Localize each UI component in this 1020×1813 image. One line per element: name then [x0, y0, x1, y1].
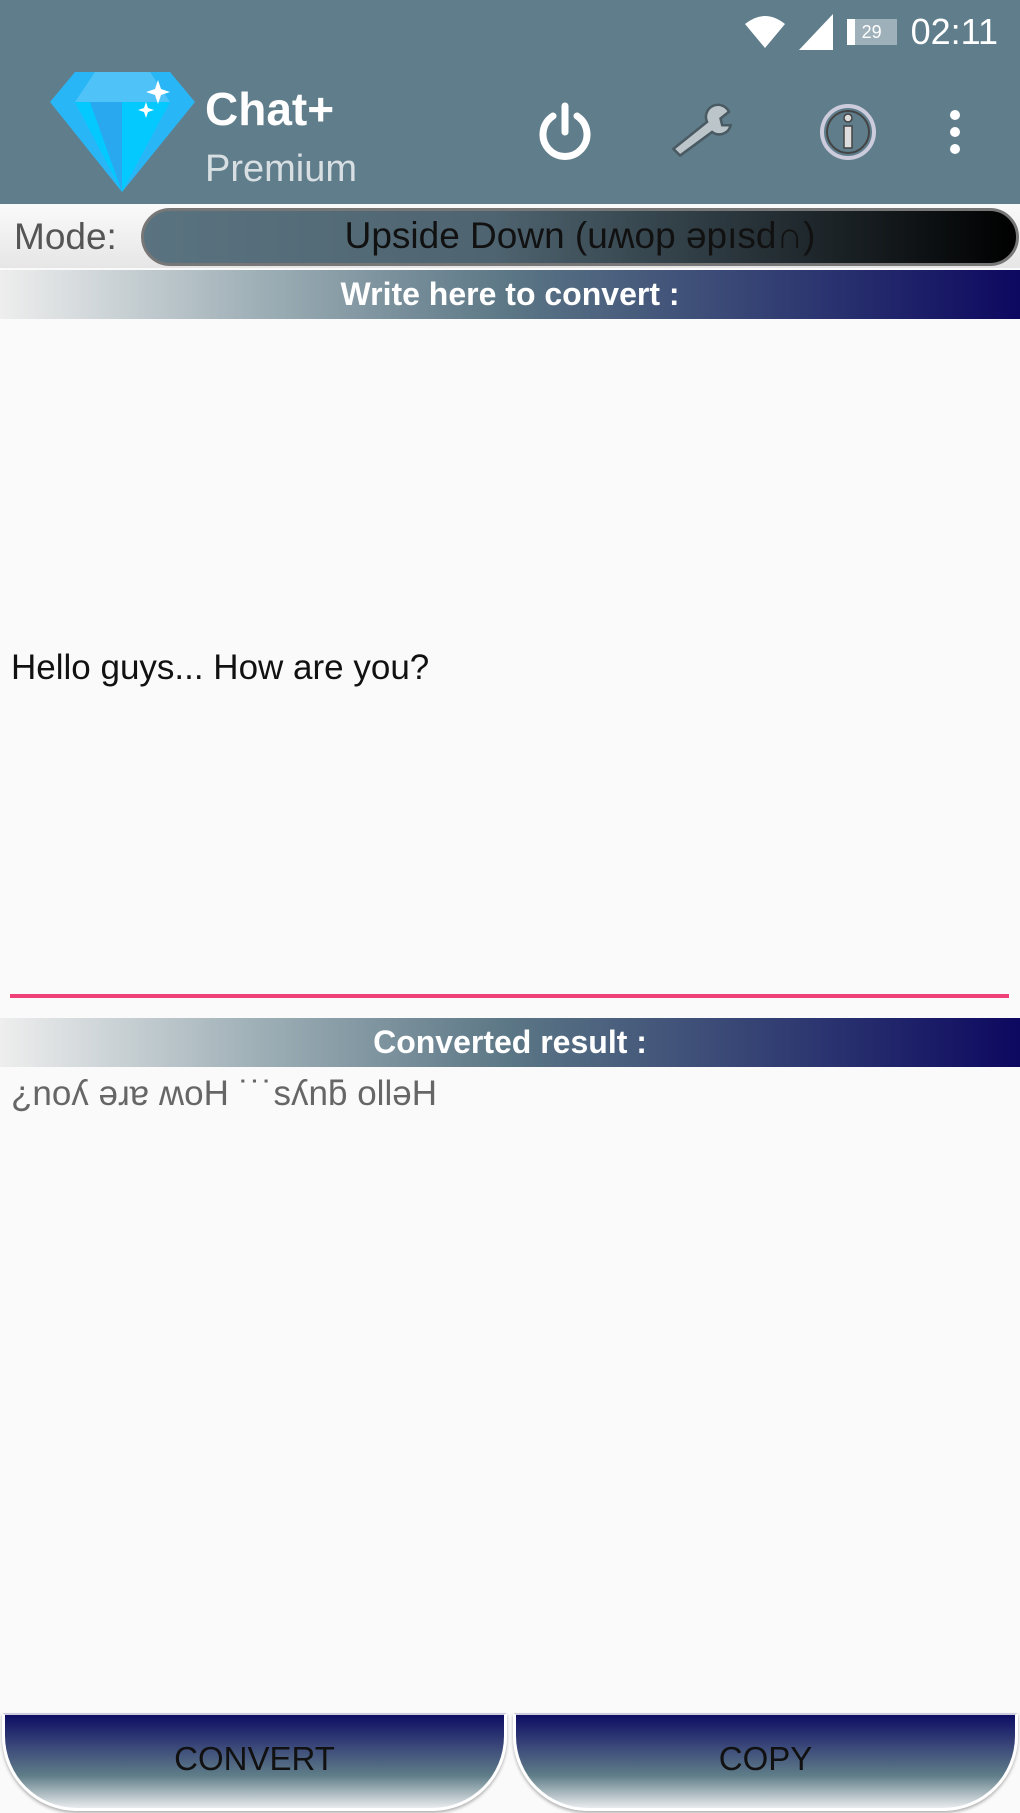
battery-icon: 29 [846, 19, 897, 45]
battery-level: 29 [861, 22, 882, 42]
result-header: Converted result : [0, 1018, 1020, 1067]
app-title: Chat+ [205, 83, 335, 135]
signal-icon [798, 14, 833, 50]
power-icon [539, 102, 591, 160]
info-button[interactable] [816, 100, 880, 164]
overflow-menu-button[interactable] [930, 100, 980, 164]
input-underline [10, 994, 1009, 998]
status-bar: 29 02:11 [744, 11, 998, 52]
app-bar: 29 02:11 Chat+ Premium [0, 0, 1020, 204]
diamond-logo-icon [50, 72, 195, 192]
copy-button[interactable]: COPY [513, 1713, 1018, 1811]
mode-label: Mode: [14, 216, 117, 257]
info-icon [820, 104, 876, 160]
wifi-icon [744, 16, 785, 48]
settings-button[interactable] [670, 100, 734, 164]
wrench-icon [671, 103, 733, 158]
app-subtitle: Premium [205, 148, 358, 190]
result-text: ¿noʎ ǝɹɐ ʍoH ˙˙˙sʎnƃ ollǝH [11, 1074, 437, 1113]
mode-spinner[interactable]: Upside Down (uʍop ǝpısd∩) [141, 208, 1019, 266]
convert-button[interactable]: CONVERT [2, 1713, 507, 1811]
input-header: Write here to convert : [0, 270, 1020, 319]
power-button[interactable] [533, 100, 597, 164]
mode-row: Mode: Upside Down (uʍop ǝpısd∩) [0, 204, 1020, 268]
more-vert-icon [950, 110, 960, 154]
clock: 02:11 [910, 11, 998, 52]
input-text[interactable]: Hello guys... How are you? [11, 648, 429, 688]
